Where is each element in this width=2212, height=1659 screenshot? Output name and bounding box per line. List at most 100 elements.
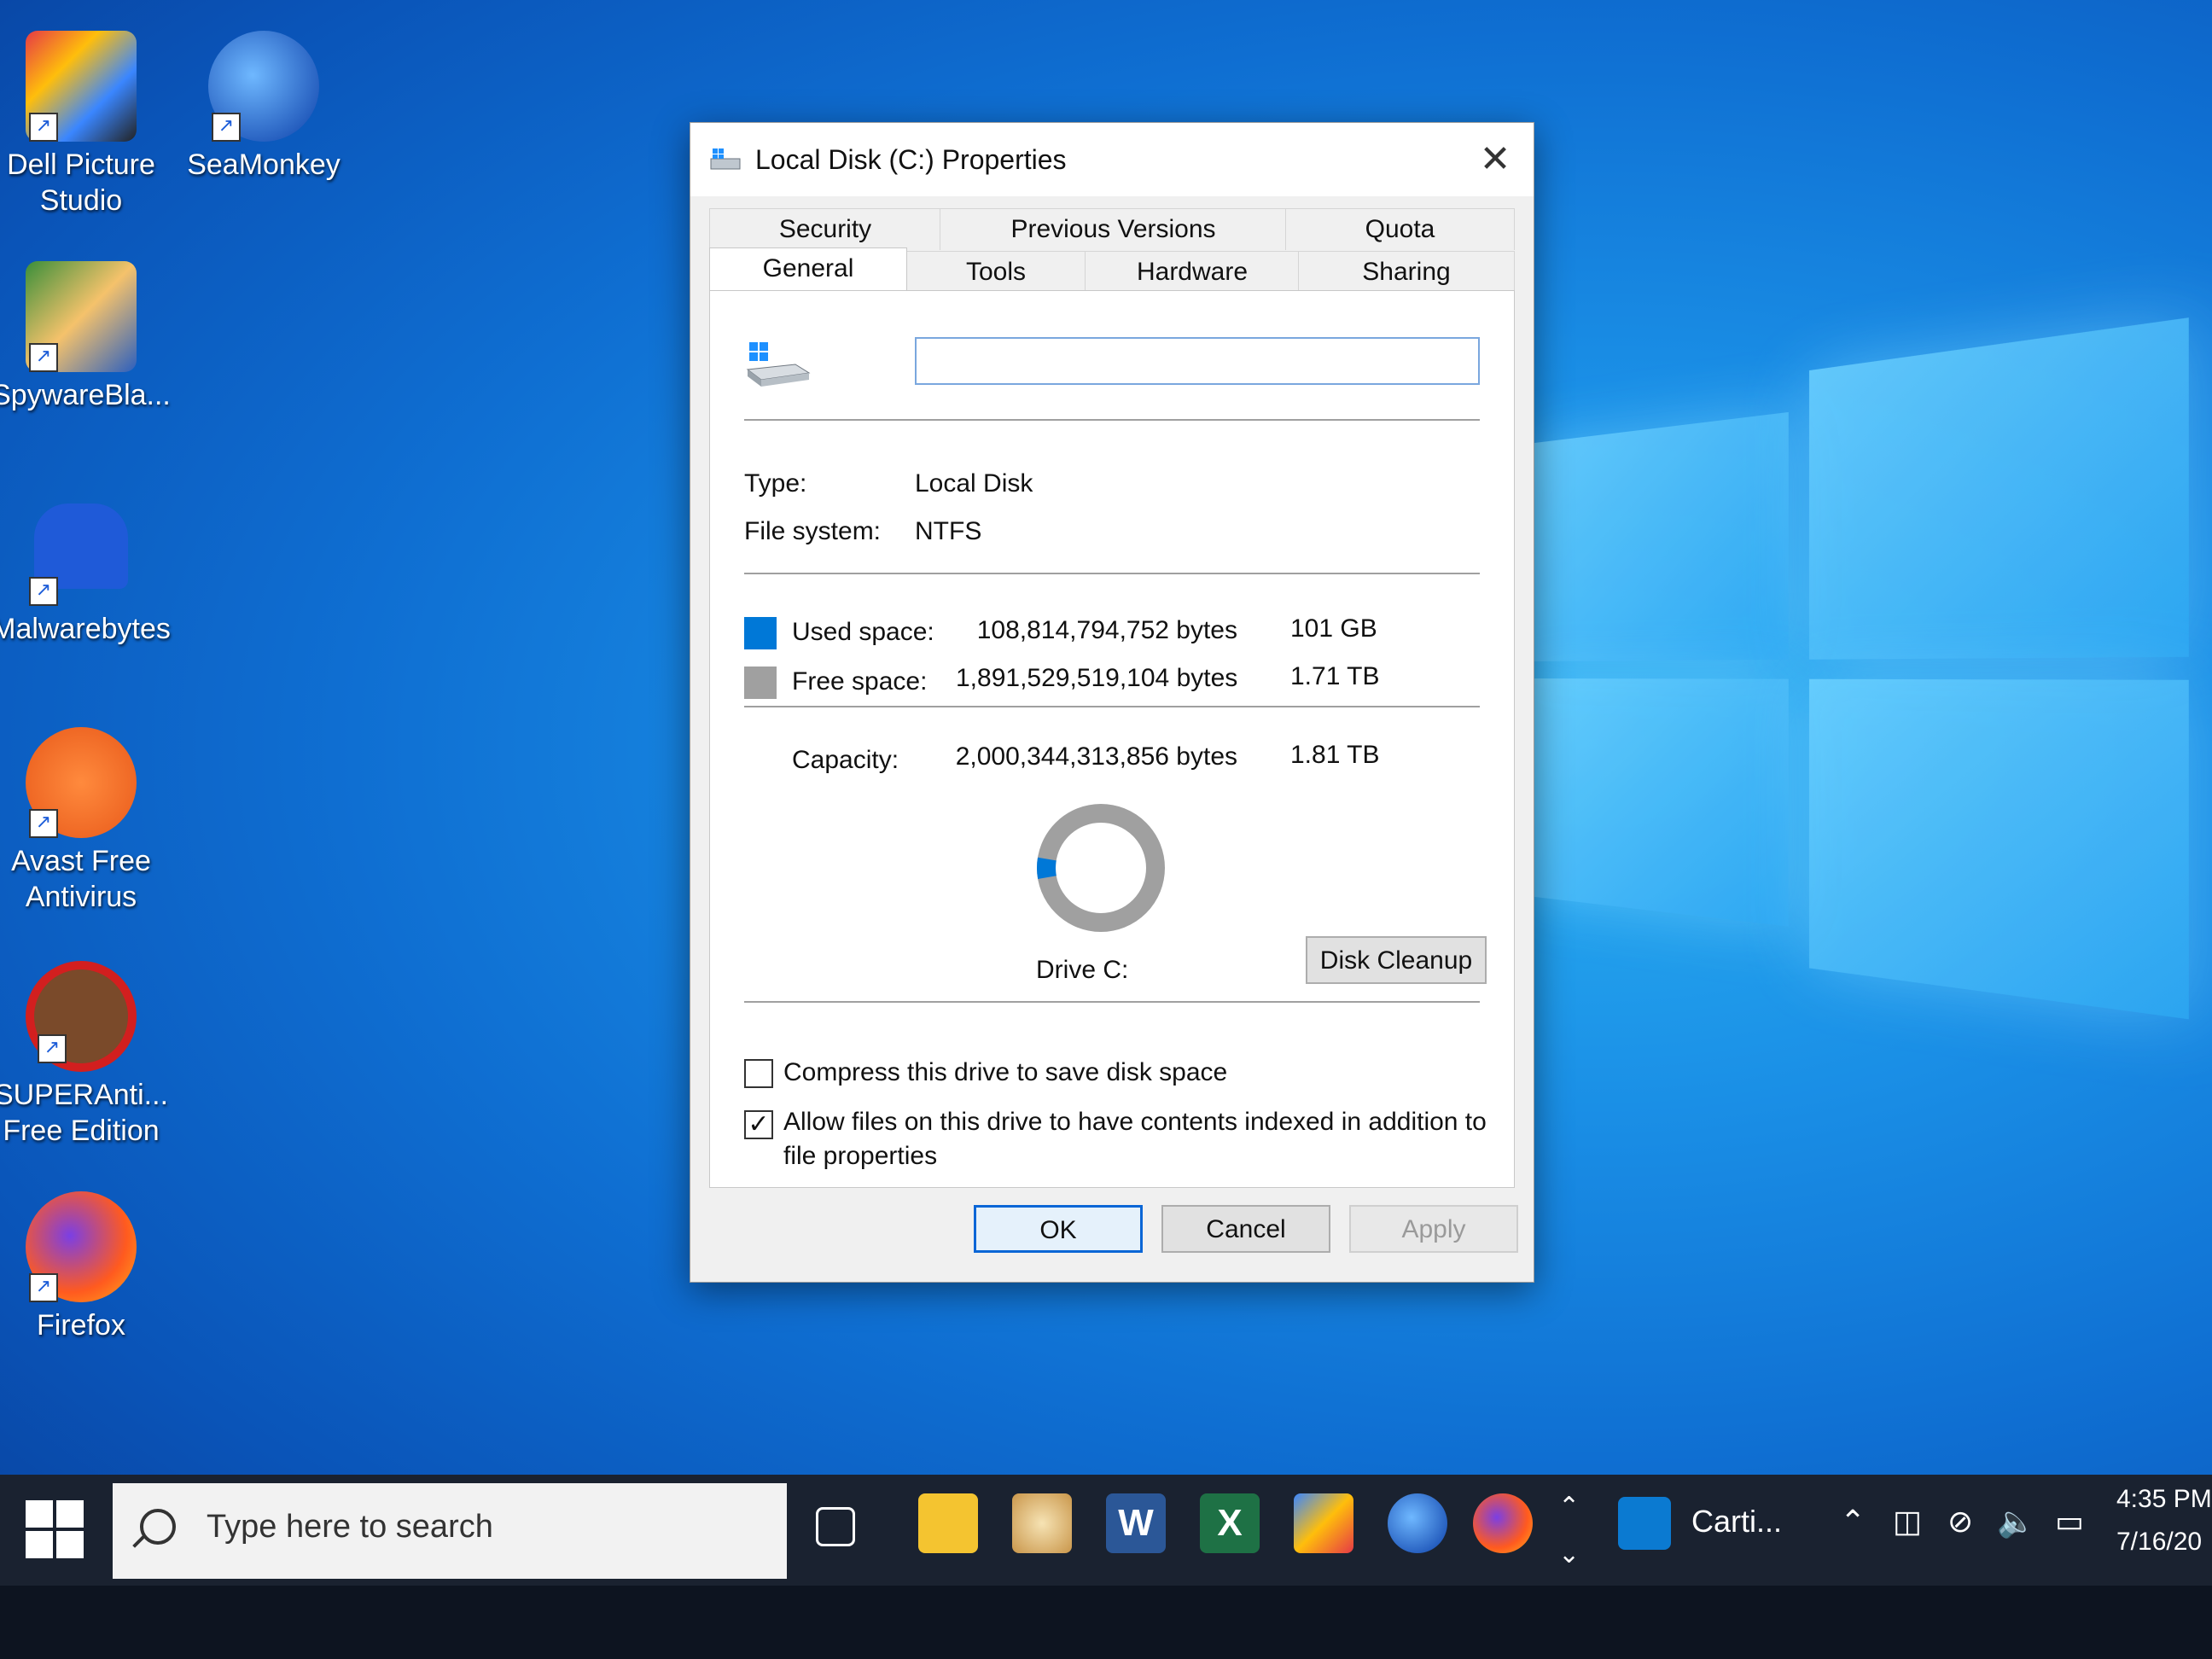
firefox-icon[interactable] xyxy=(1473,1493,1533,1553)
divider xyxy=(744,573,1480,574)
tab-hardware[interactable]: Hardware xyxy=(1085,251,1300,293)
desktop-icon-label: Firefox xyxy=(37,1309,125,1342)
volume-name-input[interactable] xyxy=(915,337,1480,385)
clock-time: 4:35 PM xyxy=(2116,1485,2212,1513)
malwarebytes-icon: ↗ xyxy=(26,495,137,606)
index-label-line1: Allow files on this drive to have conten… xyxy=(783,1108,1487,1136)
type-label: Type: xyxy=(744,469,807,498)
desktop-icon-avast[interactable]: ↗ Avast Free Antivirus xyxy=(0,727,171,915)
capacity-size: 1.81 TB xyxy=(1290,741,1380,769)
running-app-label[interactable]: Carti... xyxy=(1691,1504,1782,1540)
free-space-size: 1.71 TB xyxy=(1290,662,1380,690)
dialog-titlebar[interactable]: Local Disk (C:) Properties ✕ xyxy=(690,123,1534,196)
show-hidden-icons-icon[interactable]: ⌃ xyxy=(1840,1504,1866,1540)
desktop-icon-label: SUPERAnti... Free Edition xyxy=(0,1079,169,1147)
taskbar-clock[interactable]: 4:35 PM 7/16/20 xyxy=(2116,1478,2212,1563)
shortcut-arrow-icon: ↗ xyxy=(29,809,58,838)
properties-dialog: Local Disk (C:) Properties ✕ Security Pr… xyxy=(690,122,1534,1283)
word-icon[interactable]: W xyxy=(1106,1493,1166,1553)
disk-cleanup-button[interactable]: Disk Cleanup xyxy=(1306,936,1487,984)
desktop-icon-dell-picture-studio[interactable]: ↗ Dell Picture Studio xyxy=(0,31,171,218)
network-app-icon[interactable] xyxy=(1294,1493,1353,1553)
firefox-icon: ↗ xyxy=(26,1191,137,1302)
clock-date: 7/16/20 xyxy=(2116,1528,2203,1556)
cancel-button[interactable]: Cancel xyxy=(1161,1205,1330,1253)
used-space-bytes: 108,814,794,752 bytes xyxy=(976,616,1237,644)
dialog-title: Local Disk (C:) Properties xyxy=(755,144,1067,175)
avast-icon: ↗ xyxy=(26,727,137,838)
divider xyxy=(744,706,1480,707)
close-button[interactable]: ✕ xyxy=(1457,123,1534,196)
taskbar-search-box[interactable]: Type here to search xyxy=(113,1483,787,1579)
tab-security[interactable]: Security xyxy=(709,208,941,250)
tab-sharing[interactable]: Sharing xyxy=(1298,251,1515,293)
tab-tools[interactable]: Tools xyxy=(905,251,1086,293)
type-value: Local Disk xyxy=(915,469,1033,498)
file-explorer-icon[interactable] xyxy=(918,1493,978,1553)
index-label-line2: file properties xyxy=(783,1142,938,1170)
file-system-label: File system: xyxy=(744,517,882,545)
apply-button[interactable]: Apply xyxy=(1349,1205,1518,1253)
windows-wallpaper-logo xyxy=(1528,317,2189,1031)
ok-button[interactable]: OK xyxy=(974,1205,1143,1253)
disk-usage-donut xyxy=(1037,804,1165,932)
start-button[interactable] xyxy=(26,1500,85,1560)
desktop-icon-label: SpywareBla... xyxy=(0,379,171,411)
desktop-icon-seamonkey[interactable]: ↗ SeaMonkey xyxy=(174,31,353,183)
superantispyware-icon: ↗ xyxy=(26,961,137,1072)
desktop-icon-superantispyware[interactable]: ↗ SUPERAnti... Free Edition xyxy=(0,961,171,1149)
divider xyxy=(744,1001,1480,1003)
desktop-icon-spywareblaster[interactable]: ↗ SpywareBla... xyxy=(0,261,171,413)
dell-picture-studio-icon: ↗ xyxy=(26,31,137,142)
compress-label: Compress this drive to save disk space xyxy=(783,1058,1228,1086)
compress-checkbox[interactable] xyxy=(744,1059,773,1088)
taskbar: Type here to search W X ⌃ ⌄ Carti... ⌃ ◫ … xyxy=(0,1475,2212,1659)
free-space-ring xyxy=(1037,804,1165,932)
notifications-muted-icon[interactable]: ⊘ xyxy=(1947,1504,1973,1540)
shortcut-arrow-icon: ↗ xyxy=(29,577,58,606)
tab-previous-versions[interactable]: Previous Versions xyxy=(940,208,1287,250)
index-checkbox[interactable]: ✓ xyxy=(744,1110,773,1139)
scroll-arrows-icon[interactable]: ⌃ ⌄ xyxy=(1558,1483,1580,1579)
desktop-icon-label: Avast Free Antivirus xyxy=(11,845,151,913)
used-space-label: Used space: xyxy=(792,618,934,646)
excel-icon[interactable]: X xyxy=(1200,1493,1260,1553)
file-system-value: NTFS xyxy=(915,517,982,545)
meet-now-icon[interactable]: ◫ xyxy=(1893,1504,1922,1540)
desktop-icon-label: SeaMonkey xyxy=(187,148,341,181)
free-space-swatch xyxy=(744,667,777,699)
capacity-label: Capacity: xyxy=(792,746,899,774)
seamonkey-icon[interactable] xyxy=(1388,1493,1447,1553)
shortcut-arrow-icon: ↗ xyxy=(29,1273,58,1302)
used-space-size: 101 GB xyxy=(1290,614,1377,643)
drive-icon xyxy=(710,148,741,170)
volume-icon[interactable]: 🔈 xyxy=(1997,1504,2035,1540)
shortcut-arrow-icon: ↗ xyxy=(29,113,58,142)
drive-label: Drive C: xyxy=(1036,956,1129,984)
paint-icon[interactable] xyxy=(1012,1493,1072,1553)
task-view-icon[interactable] xyxy=(816,1507,855,1546)
search-icon xyxy=(140,1509,176,1545)
desktop-icon-malwarebytes[interactable]: ↗ Malwarebytes xyxy=(0,495,171,647)
search-placeholder: Type here to search xyxy=(207,1509,493,1545)
desktop-icon-label: Malwarebytes xyxy=(0,613,171,645)
tab-general-active[interactable]: General xyxy=(709,247,907,294)
general-tab-page: Type: Local Disk File system: NTFS Used … xyxy=(709,290,1515,1188)
desktop-icon-label: Dell Picture Studio xyxy=(7,148,155,217)
carti-app-icon[interactable] xyxy=(1618,1497,1671,1550)
tab-row-back: Security Previous Versions Quota xyxy=(709,208,1515,251)
shortcut-arrow-icon: ↗ xyxy=(29,343,58,372)
used-space-swatch xyxy=(744,617,777,649)
free-space-bytes: 1,891,529,519,104 bytes xyxy=(956,664,1238,692)
divider xyxy=(744,419,1480,421)
desktop-icon-firefox[interactable]: ↗ Firefox xyxy=(0,1191,171,1343)
tab-quota[interactable]: Quota xyxy=(1285,208,1515,250)
free-space-label: Free space: xyxy=(792,667,928,696)
network-icon[interactable]: ▭ xyxy=(2055,1504,2084,1540)
spywareblaster-icon: ↗ xyxy=(26,261,137,372)
capacity-bytes: 2,000,344,313,856 bytes xyxy=(955,742,1237,771)
drive-large-icon xyxy=(746,342,811,387)
shortcut-arrow-icon: ↗ xyxy=(212,113,241,142)
seamonkey-icon: ↗ xyxy=(208,31,319,142)
shortcut-arrow-icon: ↗ xyxy=(38,1034,67,1063)
